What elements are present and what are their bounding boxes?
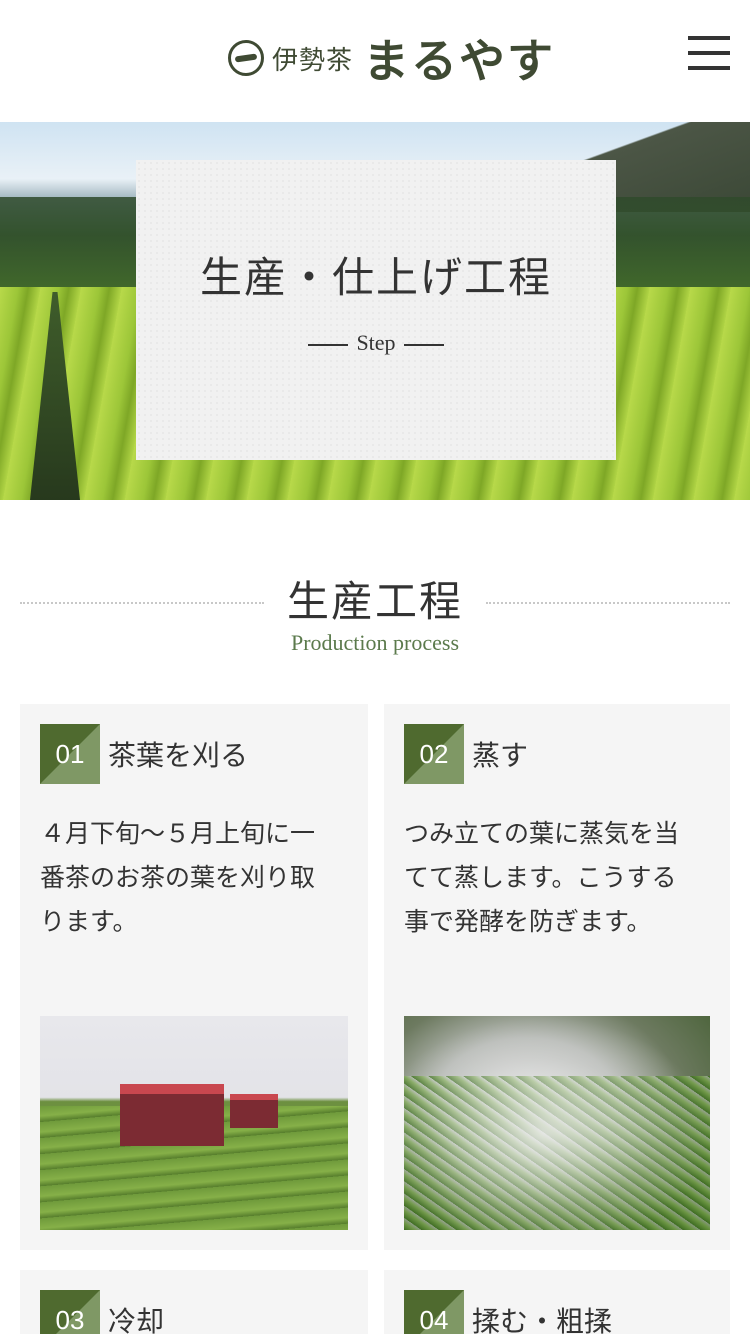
- step-title: 蒸す: [472, 739, 529, 772]
- step-card-steam: 02 蒸す つみ立ての葉に蒸気を当てて蒸します。こうする事で発酵を防ぎます。: [384, 704, 730, 1250]
- section-heading: 生産工程 Production process: [20, 568, 730, 668]
- hero-banner: 生産・仕上げ工程 Step: [0, 122, 750, 500]
- section-title: 生産工程: [286, 577, 463, 626]
- logo-brand-name: まるやす: [363, 34, 556, 88]
- section-subtitle: Production process: [290, 630, 460, 655]
- page-subtitle: Step: [136, 330, 616, 356]
- step-card-harvest: 01 茶葉を刈る ４月下旬～５月上旬に一番茶のお茶の葉を刈り取ります。: [20, 704, 368, 1250]
- logo-brand-small: 伊勢茶: [272, 45, 354, 76]
- step-number-badge: 04: [404, 1290, 464, 1334]
- hamburger-menu-icon[interactable]: [688, 36, 730, 70]
- harvesting-machine-photo: [40, 1016, 348, 1230]
- step-description: ４月下旬～５月上旬に一番茶のお茶の葉を刈り取ります。: [40, 819, 316, 936]
- step-title: 揉む・粗揉: [472, 1305, 613, 1334]
- step-card-rolling: 04 揉む・粗揉: [384, 1270, 730, 1334]
- step-number-badge: 02: [404, 724, 464, 784]
- step-title: 冷却: [108, 1305, 165, 1334]
- step-description: つみ立ての葉に蒸気を当てて蒸します。こうする事で発酵を防ぎます。: [404, 819, 680, 936]
- site-logo[interactable]: 伊勢茶 まるやす: [228, 28, 555, 88]
- step-number-badge: 03: [40, 1290, 100, 1334]
- hero-title-box: 生産・仕上げ工程 Step: [136, 160, 616, 460]
- steaming-leaves-photo: [404, 1016, 710, 1230]
- page-title: 生産・仕上げ工程: [199, 253, 552, 302]
- site-header: 伊勢茶 まるやす: [0, 0, 750, 122]
- step-number-badge: 01: [40, 724, 100, 784]
- step-title: 茶葉を刈る: [108, 739, 249, 772]
- step-card-cooling: 03 冷却: [20, 1270, 368, 1334]
- tea-leaf-logo-icon: [228, 40, 264, 76]
